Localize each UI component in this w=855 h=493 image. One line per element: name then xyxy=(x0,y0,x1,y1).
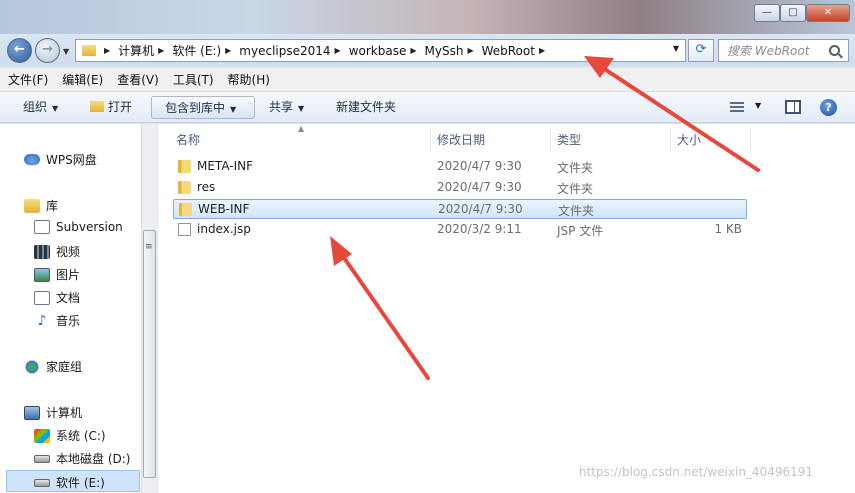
computer-icon xyxy=(24,405,40,420)
close-button[interactable]: ✕ xyxy=(806,4,850,22)
file-list: ▲ 名称 修改日期 类型 大小 META-INF 2020/4/7 9:30 文… xyxy=(158,124,855,493)
maximize-button[interactable]: □ xyxy=(780,4,806,22)
library-icon xyxy=(24,198,40,213)
music-icon: ♪ xyxy=(37,312,47,329)
scrollbar-grip-icon: ≡ xyxy=(145,242,153,252)
preview-pane-icon[interactable] xyxy=(785,100,801,114)
search-box[interactable]: 搜索 WebRoot xyxy=(718,39,849,62)
chevron-down-icon: ▼ xyxy=(298,104,305,113)
sidebar-item-drive-d[interactable]: 本地磁盘 (D:) xyxy=(34,450,130,467)
picture-icon xyxy=(34,267,50,282)
address-history-dropdown[interactable]: ▼ xyxy=(673,44,679,53)
include-in-library-button[interactable]: 包含到库中 ▼ xyxy=(151,96,255,119)
chevron-right-icon[interactable]: ▶ xyxy=(467,46,473,55)
navigation-pane: WPS网盘 库 Subversion 视频 图片 文档 ♪ 音乐 家庭组 计算机 … xyxy=(0,124,157,493)
sidebar-item-pictures[interactable]: 图片 xyxy=(34,266,80,283)
share-button[interactable]: 共享 ▼ xyxy=(269,96,304,119)
breadcrumb-webroot[interactable]: WebRoot ▶ xyxy=(482,44,554,58)
file-icon xyxy=(178,223,191,236)
chevron-down-icon: ▼ xyxy=(52,104,59,113)
column-header-name[interactable]: 名称 xyxy=(158,128,431,152)
sidebar-item-music[interactable]: ♪ 音乐 xyxy=(34,312,80,329)
scrollbar-thumb[interactable] xyxy=(143,230,156,478)
refresh-button[interactable]: ⟳ xyxy=(688,39,714,62)
command-bar: 组织 ▼ 打开 包含到库中 ▼ 共享 ▼ 新建文件夹 ▼ ? xyxy=(0,92,855,123)
menu-file[interactable]: 文件(F) xyxy=(8,71,48,88)
chevron-down-icon: ▼ xyxy=(230,105,237,114)
open-button[interactable]: 打开 xyxy=(90,96,132,119)
breadcrumb-myssh[interactable]: MySsh ▶ xyxy=(425,44,482,58)
sidebar-item-videos[interactable]: 视频 xyxy=(34,243,80,260)
chevron-right-icon[interactable]: ▶ xyxy=(410,46,416,55)
document-icon xyxy=(34,290,50,305)
sidebar-scrollbar[interactable]: ≡ xyxy=(141,124,157,493)
sidebar-item-libraries[interactable]: 库 xyxy=(24,197,58,214)
watermark-text: https://blog.csdn.net/weixin_40496191 xyxy=(579,465,814,479)
document-icon xyxy=(34,220,50,234)
address-row: ← → ▼ ▶ 计算机 ▶ 软件 (E:) ▶ myeclipse2014 ▶ wor… xyxy=(0,34,855,66)
new-folder-button[interactable]: 新建文件夹 xyxy=(336,96,396,119)
chevron-right-icon[interactable]: ▶ xyxy=(225,46,231,55)
video-icon xyxy=(34,244,50,259)
view-options-icon[interactable] xyxy=(730,102,744,113)
title-bar: — □ ✕ xyxy=(0,0,855,34)
sidebar-item-drive-e[interactable]: 软件 (E:) xyxy=(34,474,105,491)
chevron-right-icon[interactable]: ▶ xyxy=(104,46,110,55)
chevron-right-icon[interactable]: ▶ xyxy=(335,46,341,55)
help-icon[interactable]: ? xyxy=(820,99,837,116)
breadcrumb-root[interactable]: ▶ xyxy=(100,46,118,55)
breadcrumb-drive-e[interactable]: 软件 (E:) ▶ xyxy=(172,42,239,59)
breadcrumb-workbase[interactable]: workbase ▶ xyxy=(349,44,425,58)
menu-bar: 文件(F) 编辑(E) 查看(V) 工具(T) 帮助(H) xyxy=(0,68,855,92)
search-icon xyxy=(829,45,840,56)
breadcrumb-computer[interactable]: 计算机 ▶ xyxy=(118,42,172,59)
sidebar-item-computer[interactable]: 计算机 xyxy=(24,404,82,421)
column-header-size[interactable]: 大小 xyxy=(671,128,751,152)
column-header-type[interactable]: 类型 xyxy=(551,128,671,152)
file-row-web-inf[interactable]: WEB-INF 2020/4/7 9:30 文件夹 xyxy=(173,199,747,219)
sidebar-item-documents[interactable]: 文档 xyxy=(34,289,80,306)
file-row-res[interactable]: res 2020/4/7 9:30 文件夹 xyxy=(173,178,747,198)
search-input[interactable]: 搜索 WebRoot xyxy=(727,42,829,59)
folder-icon xyxy=(178,181,191,194)
column-header-date[interactable]: 修改日期 xyxy=(431,128,551,152)
sidebar-item-homegroup[interactable]: 家庭组 xyxy=(24,358,82,375)
recent-pages-dropdown[interactable]: ▼ xyxy=(63,47,69,56)
chevron-right-icon[interactable]: ▶ xyxy=(539,46,545,55)
sidebar-item-subversion[interactable]: Subversion xyxy=(34,220,123,234)
address-bar[interactable]: ▶ 计算机 ▶ 软件 (E:) ▶ myeclipse2014 ▶ workbase ▶… xyxy=(75,39,686,62)
file-row-index-jsp[interactable]: index.jsp 2020/3/2 9:11 JSP 文件 1 KB xyxy=(173,220,747,240)
drive-icon xyxy=(34,478,50,487)
sidebar-item-wps-cloud[interactable]: WPS网盘 xyxy=(24,151,97,168)
chevron-down-icon[interactable]: ▼ xyxy=(755,101,761,110)
menu-edit[interactable]: 编辑(E) xyxy=(62,71,103,88)
menu-view[interactable]: 查看(V) xyxy=(117,71,159,88)
windows-drive-icon xyxy=(34,428,50,443)
chevron-right-icon[interactable]: ▶ xyxy=(158,46,164,55)
organize-button[interactable]: 组织 ▼ xyxy=(23,96,58,119)
sidebar-item-drive-c[interactable]: 系统 (C:) xyxy=(34,427,106,444)
file-row-meta-inf[interactable]: META-INF 2020/4/7 9:30 文件夹 xyxy=(173,157,747,177)
cloud-icon xyxy=(24,154,40,165)
forward-button[interactable]: → xyxy=(35,38,60,63)
back-button[interactable]: ← xyxy=(7,38,32,63)
folder-icon xyxy=(178,160,191,173)
open-folder-icon xyxy=(90,101,104,112)
drive-icon xyxy=(34,454,50,463)
menu-help[interactable]: 帮助(H) xyxy=(228,71,270,88)
menu-tools[interactable]: 工具(T) xyxy=(173,71,214,88)
minimize-button[interactable]: — xyxy=(754,4,780,22)
folder-icon xyxy=(82,45,96,56)
folder-icon xyxy=(179,203,192,216)
breadcrumb-myeclipse2014[interactable]: myeclipse2014 ▶ xyxy=(239,44,348,58)
homegroup-icon xyxy=(24,359,40,374)
